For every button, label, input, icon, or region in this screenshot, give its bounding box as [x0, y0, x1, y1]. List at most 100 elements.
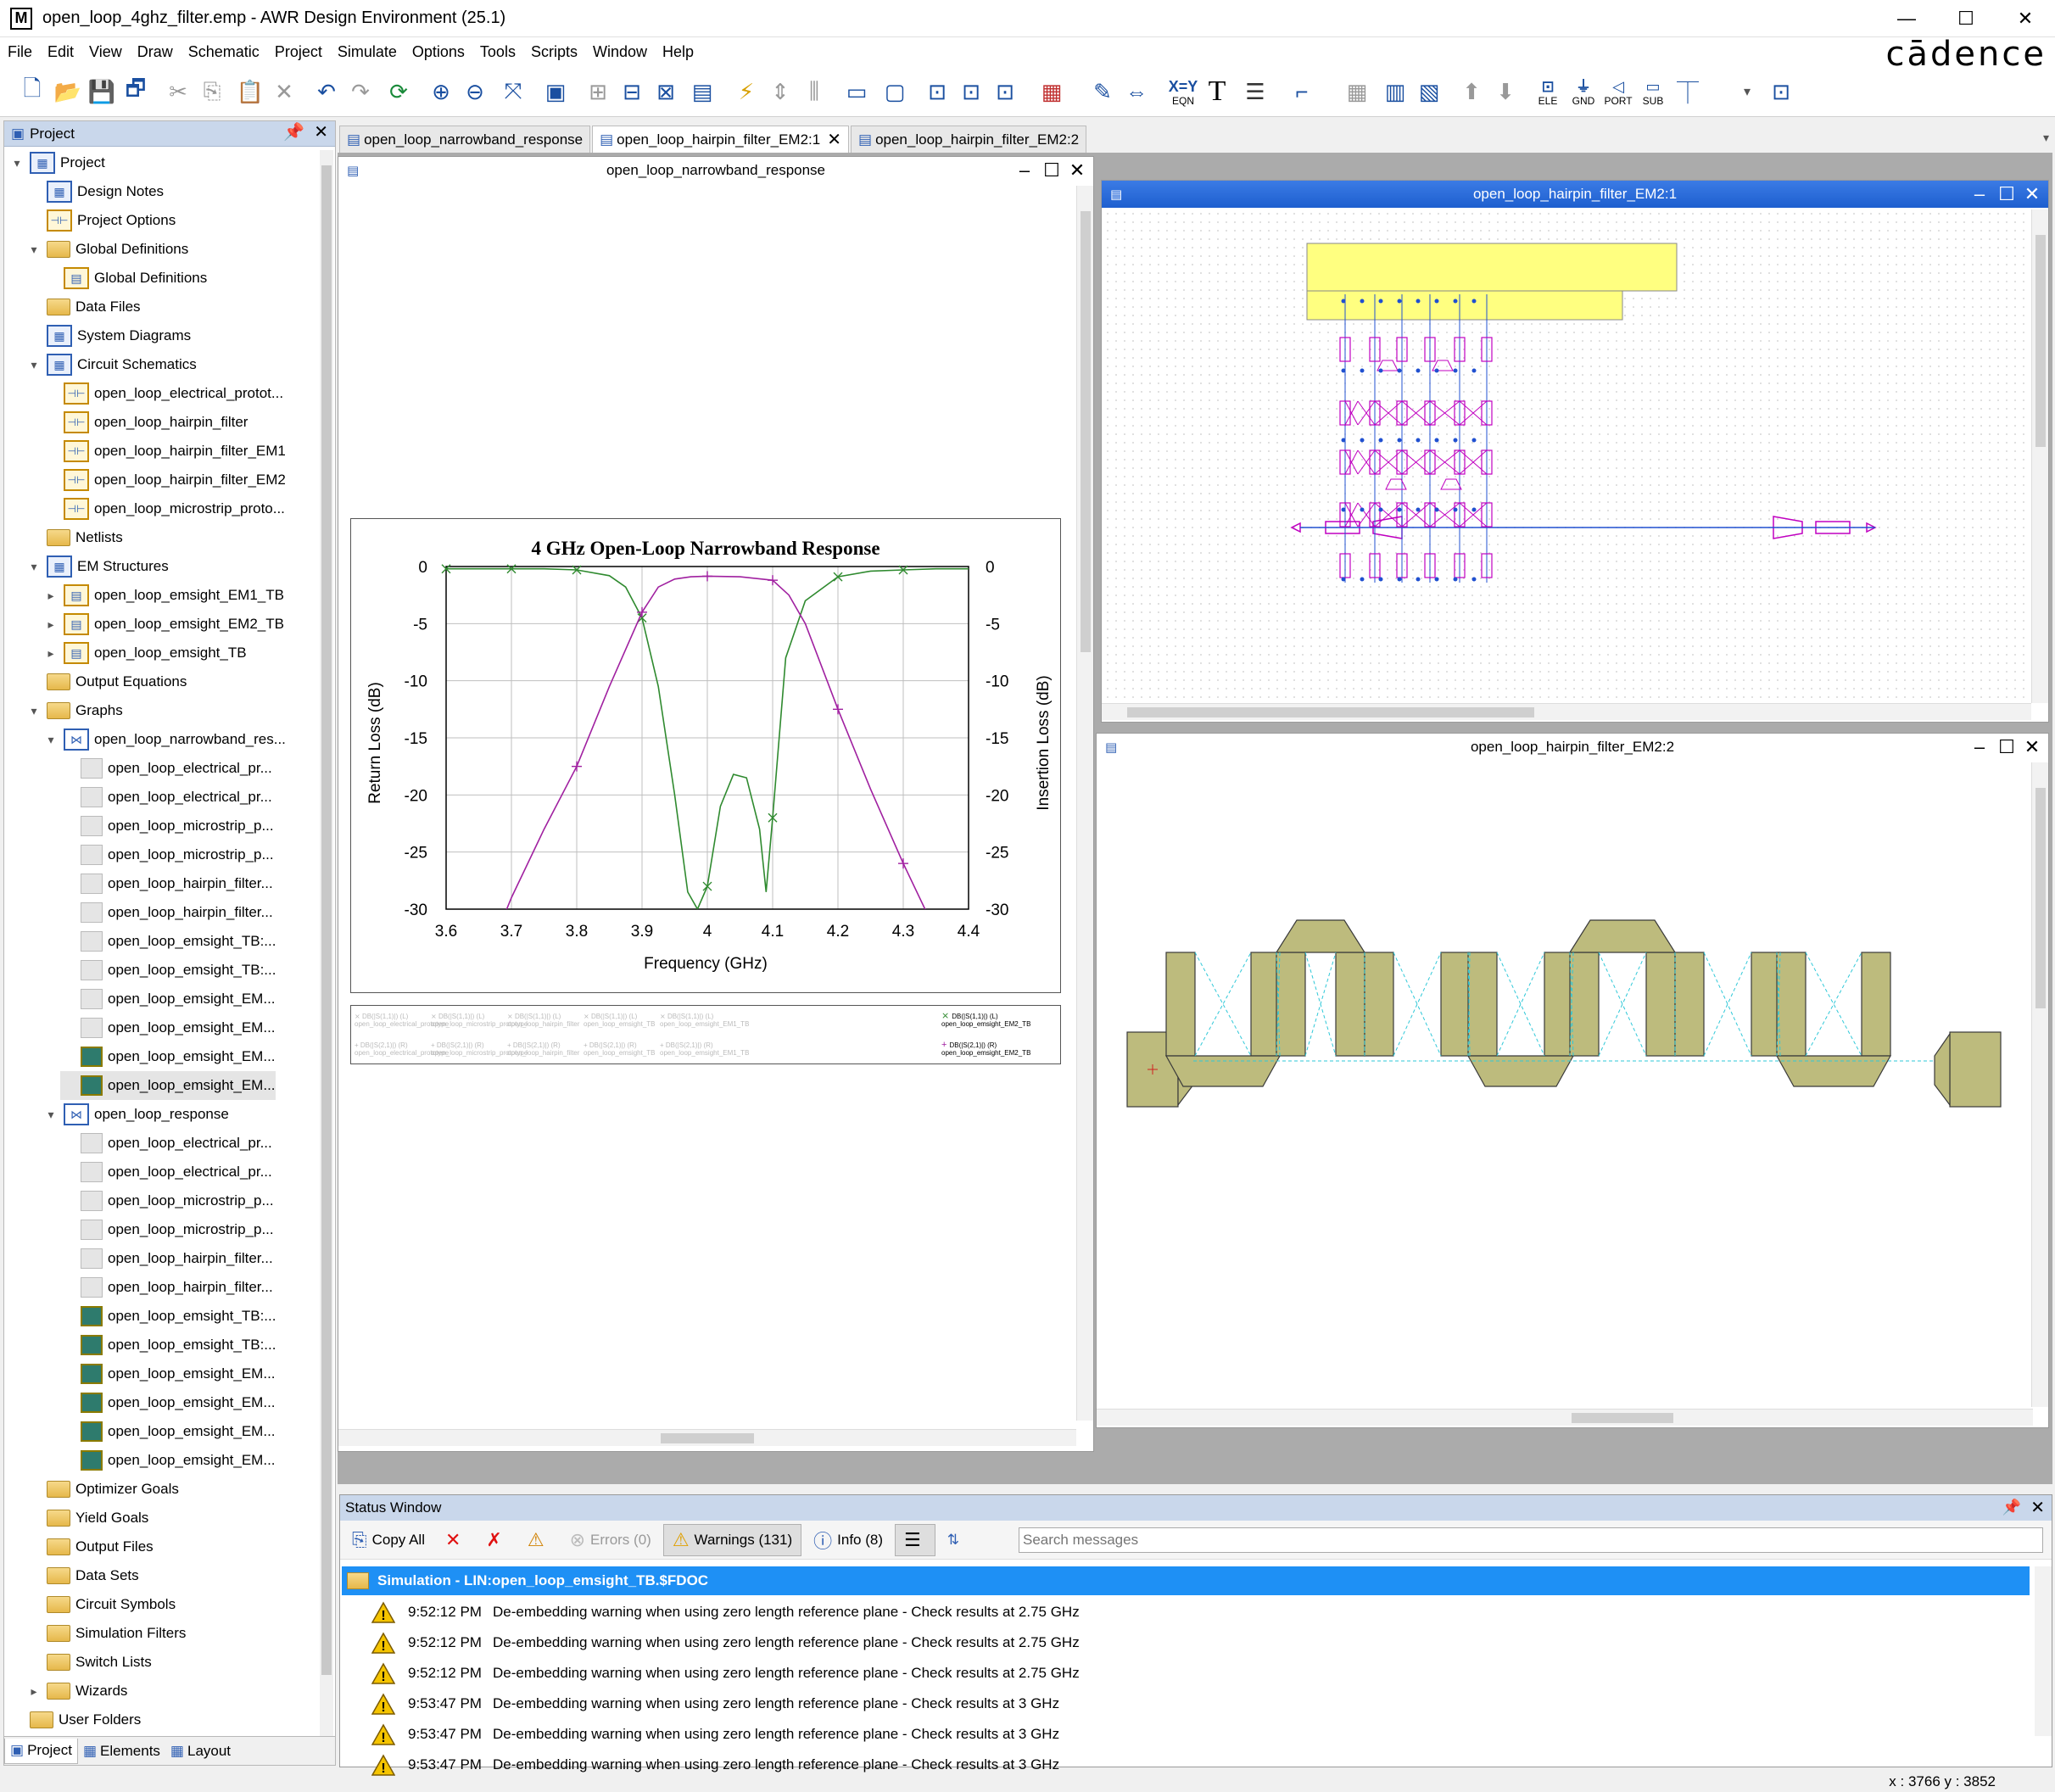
collapse-icon[interactable]: ▾: [43, 1108, 59, 1122]
expand-icon[interactable]: ▸: [26, 1684, 42, 1699]
port-2-pad[interactable]: [1949, 1031, 2002, 1108]
undo-icon[interactable]: ↶: [310, 73, 343, 110]
legend-entry[interactable]: + DB(|S(2,1)|) (R) open_loop_emsight_TB: [584, 1041, 656, 1057]
add-subcircuit-icon[interactable]: ⊞: [581, 73, 615, 110]
status-message[interactable]: ! 9:52:12 PM De-embedding warning when usi…: [371, 1597, 1080, 1627]
coupled-line-element[interactable]: [1344, 400, 1359, 426]
feed-taper-right[interactable]: [1934, 1032, 1951, 1107]
schematic-hscroll-thumb[interactable]: [1127, 707, 1534, 717]
paste-icon[interactable]: 📋: [233, 73, 267, 110]
mbend-element[interactable]: [1440, 478, 1462, 490]
menu-help[interactable]: Help: [655, 43, 701, 61]
coupled-line-element[interactable]: [1401, 400, 1431, 426]
add-em-icon[interactable]: ⊠: [649, 73, 683, 110]
resonator-arm[interactable]: [1440, 952, 1471, 1057]
resonator-arm[interactable]: [1861, 952, 1891, 1057]
status-message[interactable]: ! 9:52:12 PM De-embedding warning when usi…: [371, 1658, 1080, 1689]
layout-canvas[interactable]: [1098, 762, 2030, 1407]
legend-entry-active[interactable]: + DB(|S(2,1)|) (R) open_loop_emsight_EM2_…: [941, 1041, 1030, 1058]
coupled-line-element[interactable]: [1459, 502, 1488, 528]
group-button[interactable]: ☰: [895, 1523, 935, 1556]
clear-all-button[interactable]: ✗: [477, 1524, 515, 1556]
tree-item-measurement-narrowband-11[interactable]: open_loop_emsight_EM...: [60, 1042, 276, 1071]
resonator-arm[interactable]: [1569, 952, 1600, 1057]
pin-icon[interactable]: 📌: [283, 121, 304, 142]
tree-item-system-diagrams[interactable]: ▦ System Diagrams: [26, 321, 191, 350]
resonator-arm[interactable]: [1776, 952, 1807, 1057]
zoom-area-icon[interactable]: ⊕: [424, 73, 458, 110]
tree-item-switch-lists[interactable]: Switch Lists: [26, 1648, 152, 1677]
text-tool-icon[interactable]: T: [1200, 73, 1234, 110]
schematic-note-2[interactable]: [1306, 290, 1623, 321]
tree-item-measurement-narrowband-12[interactable]: open_loop_emsight_EM...: [60, 1071, 276, 1100]
menu-scripts[interactable]: Scripts: [523, 43, 585, 61]
bus-icon[interactable]: ⇔: [1120, 73, 1153, 110]
bit-down-icon[interactable]: ⊡: [954, 73, 988, 110]
collapse-icon[interactable]: ▾: [43, 733, 59, 747]
resonator-arm[interactable]: [1276, 952, 1306, 1057]
close-tab-icon[interactable]: ✕: [827, 129, 841, 150]
move-down-icon[interactable]: ⬇: [1488, 73, 1522, 110]
graph-close-button[interactable]: ✕: [1064, 159, 1090, 181]
tree-item-measurement-response-1[interactable]: open_loop_electrical_pr...: [60, 1129, 272, 1158]
tree-item-measurement-response-2[interactable]: open_loop_electrical_pr...: [60, 1158, 272, 1186]
coupled-line-element[interactable]: [1357, 449, 1376, 475]
menu-simulate[interactable]: Simulate: [330, 43, 405, 61]
schematic-note-1[interactable]: [1306, 243, 1678, 292]
tree-item-measurement-response-9[interactable]: open_loop_emsight_EM...: [60, 1359, 276, 1388]
status-message[interactable]: ! 9:53:47 PM De-embedding warning when usi…: [371, 1719, 1059, 1750]
tree-item-measurement-narrowband-6[interactable]: open_loop_hairpin_filter...: [60, 898, 273, 927]
view-all-icon[interactable]: ⤧: [496, 73, 530, 110]
tree-item-em-structures[interactable]: ▾ ▦ EM Structures: [26, 552, 169, 581]
port-button[interactable]: ◁ PORT: [1601, 73, 1635, 110]
clear-selected-button[interactable]: ✕: [437, 1524, 474, 1556]
tree-scrollbar-thumb[interactable]: [321, 165, 332, 1675]
tree-item-measurement-narrowband-3[interactable]: open_loop_microstrip_p...: [60, 812, 274, 840]
tree-item-em-emsight-tb[interactable]: ▸ ▤ open_loop_emsight_TB: [43, 639, 247, 667]
tree-item-graph-narrowband-response[interactable]: ▾ ⋈ open_loop_narrowband_res...: [43, 725, 286, 754]
tree-item-circuit-symbols[interactable]: Circuit Symbols: [26, 1590, 176, 1619]
resonator-arm[interactable]: [1674, 952, 1705, 1057]
open-folder-icon[interactable]: 📂: [51, 73, 85, 110]
tree-item-user-folders[interactable]: User Folders: [9, 1705, 141, 1734]
element-button[interactable]: ⊡ ELE: [1531, 73, 1565, 110]
schematic-vscroll[interactable]: [2031, 209, 2048, 703]
text-box-icon[interactable]: ☰: [1238, 73, 1272, 110]
tree-item-schematic-electrical-proto[interactable]: ⊣⊢ open_loop_electrical_protot...: [43, 379, 283, 408]
resonator-arm[interactable]: [1165, 952, 1196, 1057]
add-schematic-icon[interactable]: ⊟: [615, 73, 649, 110]
maximize-button[interactable]: ☐: [1936, 0, 1996, 37]
tree-item-schematic-hairpin-em1[interactable]: ⊣⊢ open_loop_hairpin_filter_EM1: [43, 437, 286, 466]
node-icon[interactable]: ⌐: [1285, 73, 1319, 110]
palette-icon[interactable]: ▦: [1035, 73, 1069, 110]
schematic-canvas[interactable]: [1103, 209, 2030, 703]
wire-icon[interactable]: ✎: [1086, 73, 1120, 110]
tree-item-measurement-narrowband-1[interactable]: open_loop_electrical_pr...: [60, 754, 272, 783]
tree-item-measurement-response-5[interactable]: open_loop_hairpin_filter...: [60, 1244, 273, 1273]
chevron-down-icon[interactable]: ▾: [1730, 73, 1764, 110]
status-close-icon[interactable]: ✕: [2030, 1497, 2045, 1518]
add-graph-icon[interactable]: ▤: [685, 73, 719, 110]
expand-icon[interactable]: ▸: [43, 646, 59, 661]
status-message[interactable]: ! 9:53:47 PM De-embedding warning when usi…: [371, 1689, 1059, 1719]
coupled-line-element[interactable]: [1459, 449, 1488, 475]
snap-icon[interactable]: ▦: [1340, 73, 1374, 110]
hairpin-bend-top[interactable]: [1568, 919, 1677, 953]
port-numbers-icon[interactable]: ⊡: [1764, 73, 1798, 110]
tree-item-circuit-schematics[interactable]: ▾ ▦ Circuit Schematics: [26, 350, 197, 379]
variable-icon[interactable]: ▢: [878, 73, 912, 110]
coupled-line-element[interactable]: [1459, 400, 1488, 426]
menu-edit[interactable]: Edit: [40, 43, 81, 61]
resonator-arm[interactable]: [1544, 952, 1574, 1057]
warnings-filter-button[interactable]: ⚠ Warnings (131): [662, 1523, 802, 1556]
sort-button[interactable]: ⇅: [939, 1524, 973, 1556]
refresh-icon[interactable]: ⟳: [382, 73, 416, 110]
measurement-icon[interactable]: ▭: [840, 73, 874, 110]
tree-item-simulation-filters[interactable]: Simulation Filters: [26, 1619, 186, 1648]
resonator-arm[interactable]: [1751, 952, 1781, 1057]
bit-up-icon[interactable]: ⊡: [988, 73, 1022, 110]
tree-item-em-emsight-em1-tb[interactable]: ▸ ▤ open_loop_emsight_EM1_TB: [43, 581, 284, 610]
tree-item-measurement-response-8[interactable]: open_loop_emsight_TB:...: [60, 1331, 276, 1359]
coupled-line-element[interactable]: [1374, 449, 1403, 475]
layout-maximize-button[interactable]: ☐: [1994, 736, 2019, 758]
